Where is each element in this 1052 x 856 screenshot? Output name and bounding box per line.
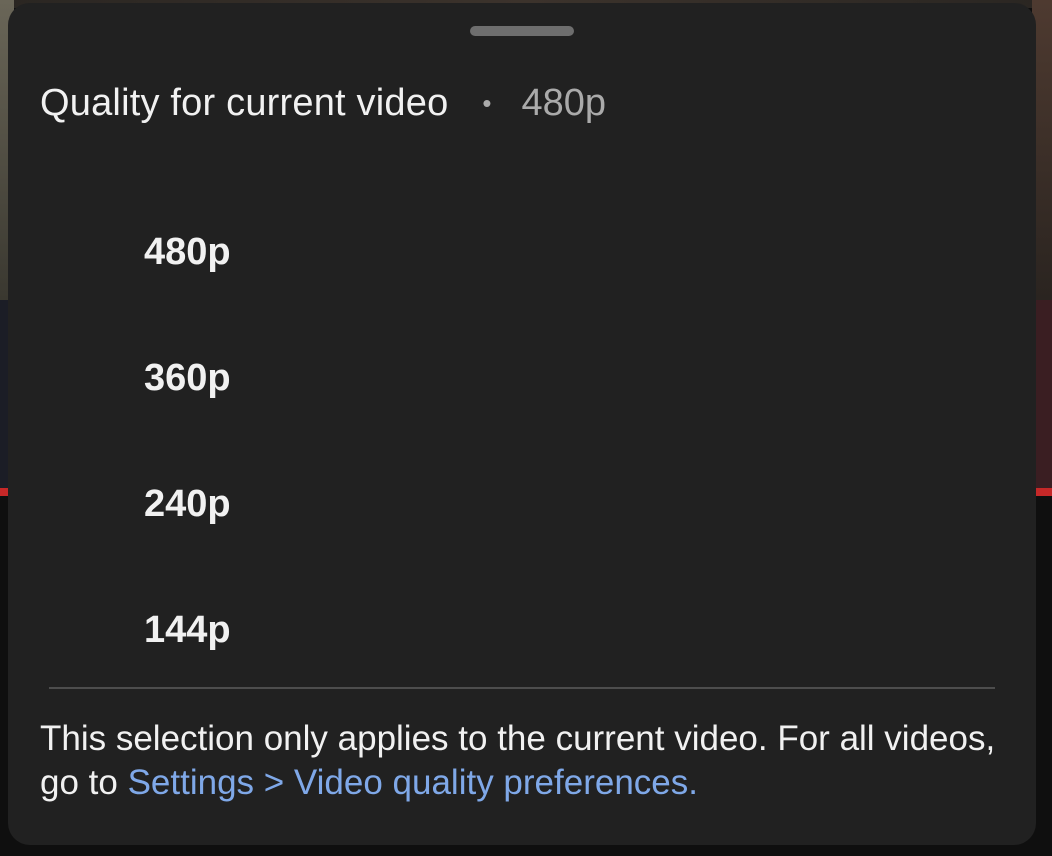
sheet-title: Quality for current video (40, 81, 449, 124)
quality-option-144p[interactable]: 144p (8, 567, 1036, 693)
quality-bottom-sheet: Quality for current video • 480p 480p 36… (8, 3, 1036, 845)
quality-option-label: 360p (144, 356, 231, 399)
quality-options-list: 480p 360p 240p 144p (8, 189, 1036, 693)
quality-option-480p[interactable]: 480p (8, 189, 1036, 315)
video-quality-preferences-link[interactable]: Settings > Video quality preferences. (128, 763, 698, 802)
quality-option-360p[interactable]: 360p (8, 315, 1036, 441)
current-quality-value: 480p (521, 81, 607, 124)
quality-option-label: 240p (144, 482, 231, 525)
sheet-header: Quality for current video • 480p (40, 75, 606, 131)
quality-option-label: 144p (144, 608, 231, 651)
drag-handle[interactable] (470, 26, 574, 36)
divider (49, 687, 995, 689)
quality-option-240p[interactable]: 240p (8, 441, 1036, 567)
header-separator: • (482, 87, 492, 118)
footer-note: This selection only applies to the curre… (40, 717, 1000, 805)
quality-option-label: 480p (144, 230, 231, 273)
